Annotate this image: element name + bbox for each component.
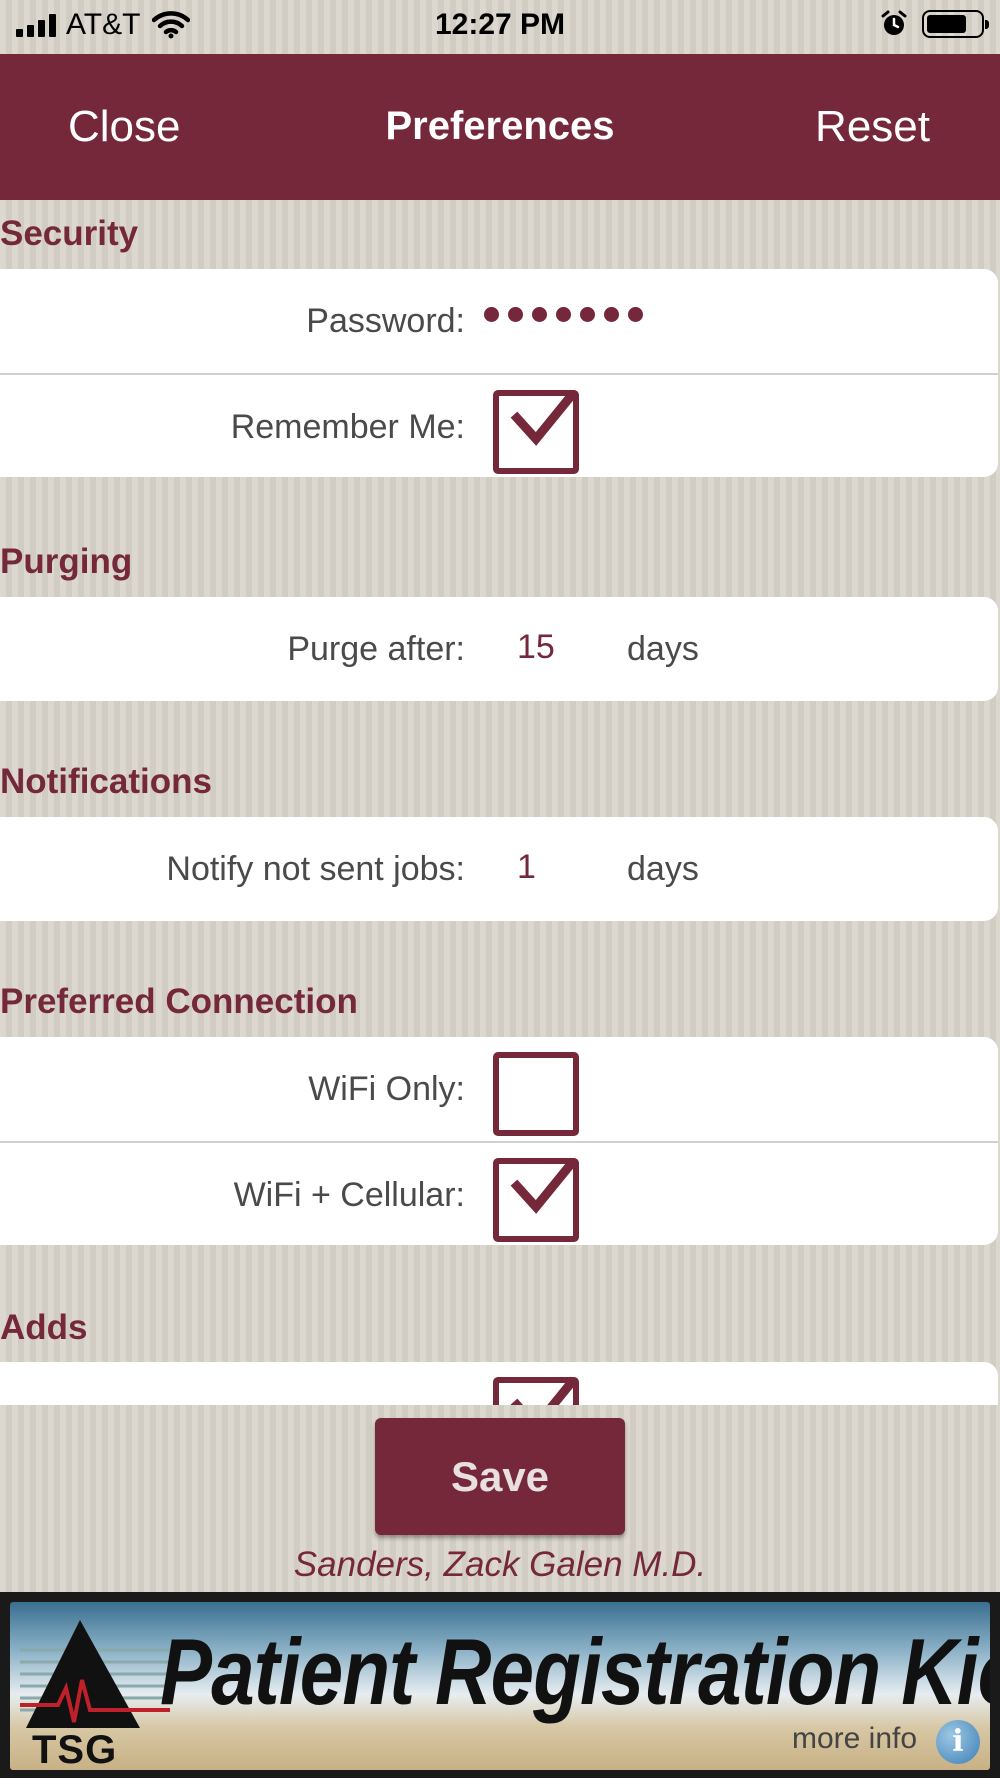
wifi-only-row: WiFi Only:: [0, 1037, 998, 1141]
purge-after-input[interactable]: 15: [517, 597, 555, 697]
adds-row: [0, 1362, 998, 1405]
wifi-cellular-checkbox[interactable]: [493, 1157, 579, 1242]
adds-group: [0, 1362, 998, 1405]
notifications-group: Notify not sent jobs: 1 days: [0, 817, 998, 921]
section-header-purging: Purging: [0, 542, 133, 581]
banner-title: Patient Registration Kiosk: [160, 1619, 990, 1724]
ad-banner[interactable]: TSG Patient Registration Kiosk more info…: [0, 1592, 1000, 1778]
section-header-notifications: Notifications: [0, 762, 212, 801]
battery-icon: [922, 10, 989, 38]
section-header-connection: Preferred Connection: [0, 982, 358, 1021]
wifi-cellular-row: WiFi + Cellular:: [0, 1141, 998, 1245]
checkmark-icon: [510, 389, 578, 446]
tsg-logo-text: TSG: [32, 1728, 118, 1770]
status-time: 12:27 PM: [434, 8, 566, 41]
purge-after-unit: days: [627, 630, 699, 668]
wifi-only-label: WiFi Only:: [308, 1070, 465, 1108]
notify-row: Notify not sent jobs: 1 days: [0, 817, 998, 921]
info-icon[interactable]: i: [936, 1720, 980, 1764]
remember-me-label: Remember Me:: [230, 408, 465, 446]
notify-label: Notify not sent jobs:: [166, 850, 465, 888]
purging-group: Purge after: 15 days: [0, 597, 998, 701]
remember-me-checkbox[interactable]: [493, 389, 579, 474]
password-field[interactable]: [484, 307, 643, 322]
notify-unit: days: [627, 850, 699, 888]
battery-level: [927, 15, 966, 33]
save-button[interactable]: Save: [375, 1418, 625, 1535]
more-info-link[interactable]: more info: [792, 1722, 917, 1756]
password-row[interactable]: Password:: [0, 269, 998, 373]
connection-group: WiFi Only: WiFi + Cellular:: [0, 1037, 998, 1245]
purge-after-label: Purge after:: [287, 630, 465, 668]
user-name: Sanders, Zack Galen M.D.: [293, 1545, 707, 1584]
notify-input[interactable]: 1: [517, 817, 536, 917]
purge-after-row: Purge after: 15 days: [0, 597, 998, 701]
checkmark-icon: [510, 1157, 578, 1214]
alarm-icon: [881, 10, 907, 35]
navigation-bar: Close Preferences Reset: [0, 54, 1000, 200]
security-group: Password: Remember Me:: [0, 269, 998, 477]
section-header-security: Security: [0, 214, 139, 253]
password-label: Password:: [306, 302, 465, 340]
wifi-only-checkbox[interactable]: [493, 1052, 579, 1136]
wifi-cellular-label: WiFi + Cellular:: [233, 1176, 465, 1214]
remember-me-row: Remember Me:: [0, 373, 998, 477]
adds-checkbox[interactable]: [493, 1376, 579, 1405]
status-bar: AT&T 12:27 PM: [0, 0, 1000, 54]
section-header-adds: Adds: [0, 1308, 88, 1347]
reset-button[interactable]: Reset: [815, 102, 930, 152]
checkmark-icon: [510, 1376, 578, 1405]
preferences-list[interactable]: Security Password: Remember Me: Purging …: [0, 200, 1000, 1405]
